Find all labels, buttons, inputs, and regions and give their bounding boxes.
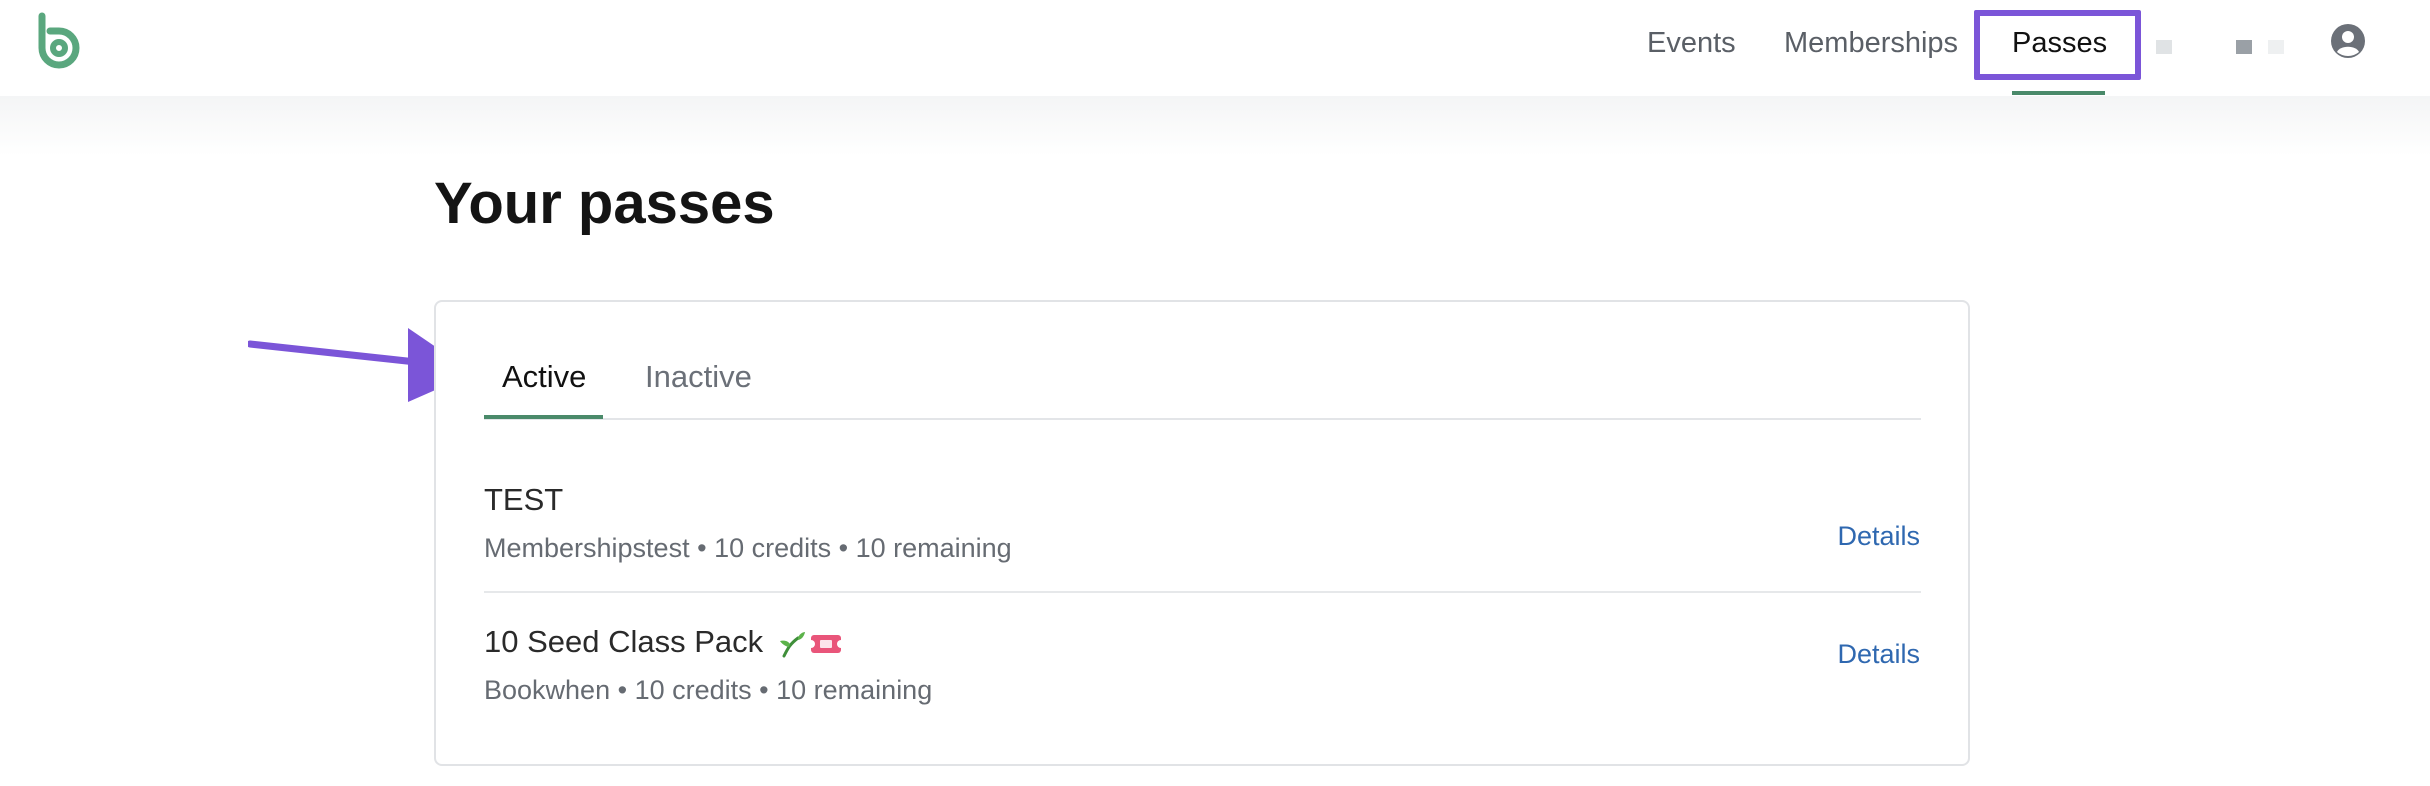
pass-details-link[interactable]: Details (1837, 637, 1920, 671)
row-divider (484, 591, 1921, 593)
pass-meta: Bookwhen • 10 credits • 10 remaining (484, 673, 932, 707)
pass-remaining: 10 remaining (855, 533, 1012, 563)
pass-name: TEST (484, 482, 564, 517)
nav-link-events[interactable]: Events (1647, 26, 1736, 60)
blurred-nav-item (2156, 40, 2172, 54)
pass-meta: Membershipstest • 10 credits • 10 remain… (484, 531, 1012, 565)
meta-separator: • (838, 533, 849, 563)
pass-details-link[interactable]: Details (1837, 519, 1920, 553)
ticket-icon (809, 634, 842, 653)
page-title: Your passes (434, 171, 775, 236)
meta-separator: • (617, 675, 628, 705)
pass-name-text: 10 Seed Class Pack (484, 624, 764, 659)
pass-provider: Membershipstest (484, 533, 690, 563)
bookwhen-logo-icon[interactable] (30, 12, 88, 70)
tab-inactive[interactable]: Inactive (645, 358, 752, 396)
tabs-divider (484, 418, 1921, 420)
header-shadow (0, 96, 2430, 156)
annotation-highlight-box (1974, 10, 2141, 80)
pass-credits: 10 credits (714, 533, 832, 563)
blurred-nav-item (2268, 40, 2284, 54)
top-navigation-bar: Events Memberships Passes (0, 0, 2430, 96)
user-account-icon[interactable] (2330, 23, 2366, 59)
meta-separator: • (697, 533, 707, 563)
passes-card: Active Inactive TEST Membershipstest • 1… (434, 300, 1970, 766)
pass-provider: Bookwhen (484, 675, 611, 705)
pass-remaining: 10 remaining (776, 675, 933, 705)
tab-active-underline (484, 415, 603, 419)
seedling-icon (779, 631, 805, 658)
blurred-nav-item (2236, 40, 2252, 54)
tab-active[interactable]: Active (502, 358, 586, 396)
meta-separator: • (759, 675, 769, 705)
nav-link-memberships[interactable]: Memberships (1784, 26, 1958, 60)
pass-name: 10 Seed Class Pack (484, 623, 842, 661)
nav-active-underline (2012, 91, 2105, 95)
pass-credits: 10 credits (634, 675, 752, 705)
